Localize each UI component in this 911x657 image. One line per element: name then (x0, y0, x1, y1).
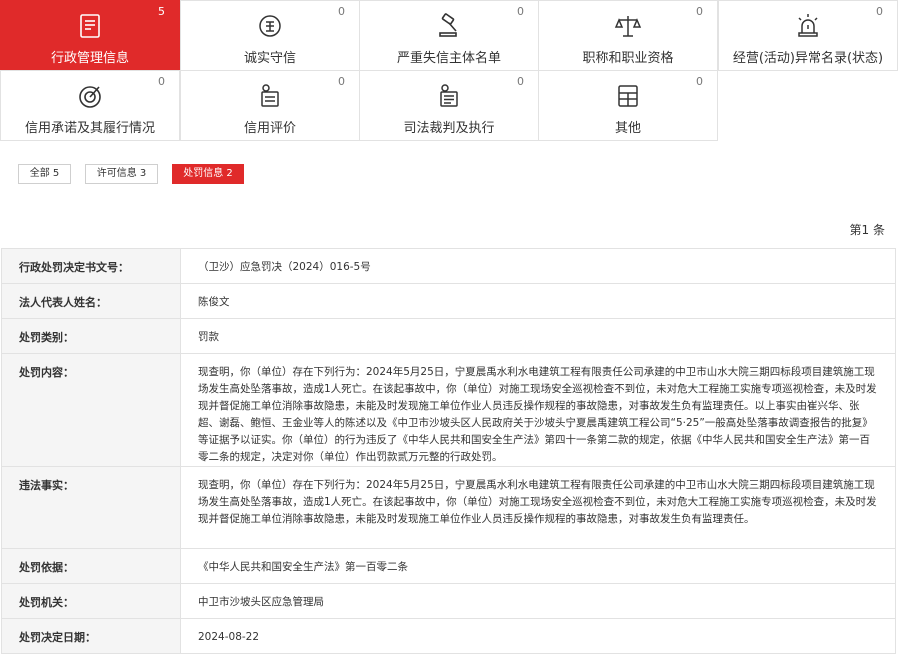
document-list-icon (75, 11, 105, 41)
category-count: 0 (696, 75, 703, 88)
field-value: 现查明，你（单位）存在下列行为：2024年5月25日，宁夏晨禹水利水电建筑工程有… (181, 354, 896, 466)
category-qualification[interactable]: 职称和职业资格 0 (538, 0, 718, 71)
penalty-detail-table: 行政处罚决定书文号： （卫沙）应急罚决（2024）016-5号 法人代表人姓名：… (1, 248, 896, 654)
category-label: 行政管理信息 (50, 51, 129, 66)
grid-card-icon (613, 81, 643, 111)
category-judicial[interactable]: 司法裁判及执行 0 (359, 70, 539, 141)
category-label: 诚实守信 (243, 51, 296, 66)
table-row: 处罚类别： 罚款 (1, 319, 896, 354)
filter-tab-all[interactable]: 全部 5 (18, 164, 71, 184)
filter-tab-license[interactable]: 许可信息 3 (85, 164, 158, 184)
record-counter: 第1 条 (849, 223, 885, 237)
credit-seal-icon (255, 11, 285, 41)
scales-icon (613, 11, 643, 41)
field-key: 处罚机关： (1, 584, 181, 618)
category-label: 职称和职业资格 (582, 51, 674, 66)
table-row: 处罚机关： 中卫市沙坡头区应急管理局 (1, 584, 896, 619)
field-value: 陈俊文 (181, 284, 896, 318)
person-certificate-icon (255, 81, 285, 111)
category-credit-evaluation[interactable]: 信用评价 0 (180, 70, 360, 141)
table-row: 处罚决定日期： 2024-08-22 (1, 619, 896, 654)
category-count: 0 (338, 5, 345, 18)
table-row: 处罚依据： 《中华人民共和国安全生产法》第一百零二条 (1, 549, 896, 584)
field-value: 中卫市沙坡头区应急管理局 (181, 584, 896, 618)
category-count: 0 (158, 75, 165, 88)
field-key: 违法事实： (1, 467, 181, 548)
field-key: 处罚类别： (1, 319, 181, 353)
table-row: 处罚内容： 现查明，你（单位）存在下列行为：2024年5月25日，宁夏晨禹水利水… (1, 354, 896, 467)
category-label: 严重失信主体名单 (396, 51, 501, 66)
category-count: 0 (876, 5, 883, 18)
category-count: 5 (158, 5, 165, 18)
category-count: 0 (338, 75, 345, 88)
target-icon (75, 81, 105, 111)
category-credit-commitment[interactable]: 信用承诺及其履行情况 0 (0, 70, 180, 141)
category-honesty[interactable]: 诚实守信 0 (180, 0, 360, 71)
category-label: 信用评价 (243, 121, 296, 136)
category-label: 信用承诺及其履行情况 (24, 121, 155, 136)
alarm-light-icon (793, 11, 823, 41)
field-key: 处罚决定日期： (1, 619, 181, 653)
field-value: （卫沙）应急罚决（2024）016-5号 (181, 249, 896, 283)
category-count: 0 (517, 5, 524, 18)
category-blacklist[interactable]: 严重失信主体名单 0 (359, 0, 539, 71)
category-abnormal-list[interactable]: 经营(活动)异常名录(状态) 0 (718, 0, 898, 71)
category-label: 经营(活动)异常名录(状态) (732, 51, 884, 66)
field-value: 《中华人民共和国安全生产法》第一百零二条 (181, 549, 896, 583)
filter-tab-penalty[interactable]: 处罚信息 2 (172, 164, 244, 184)
category-admin-info[interactable]: 行政管理信息 5 (0, 0, 180, 71)
category-count: 0 (517, 75, 524, 88)
gavel-icon (434, 11, 464, 41)
field-key: 处罚依据： (1, 549, 181, 583)
field-value: 2024-08-22 (181, 619, 896, 653)
category-count: 0 (696, 5, 703, 18)
table-row: 行政处罚决定书文号： （卫沙）应急罚决（2024）016-5号 (1, 249, 896, 284)
table-row: 法人代表人姓名： 陈俊文 (1, 284, 896, 319)
field-key: 法人代表人姓名： (1, 284, 181, 318)
person-document-icon (434, 81, 464, 111)
field-key: 行政处罚决定书文号： (1, 249, 181, 283)
field-value: 罚款 (181, 319, 896, 353)
category-other[interactable]: 其他 0 (538, 70, 718, 141)
field-value: 现查明，你（单位）存在下列行为：2024年5月25日，宁夏晨禹水利水电建筑工程有… (181, 467, 896, 548)
table-row: 违法事实： 现查明，你（单位）存在下列行为：2024年5月25日，宁夏晨禹水利水… (1, 467, 896, 549)
category-label: 其他 (614, 121, 641, 136)
category-label: 司法裁判及执行 (403, 121, 495, 136)
field-key: 处罚内容： (1, 354, 181, 466)
